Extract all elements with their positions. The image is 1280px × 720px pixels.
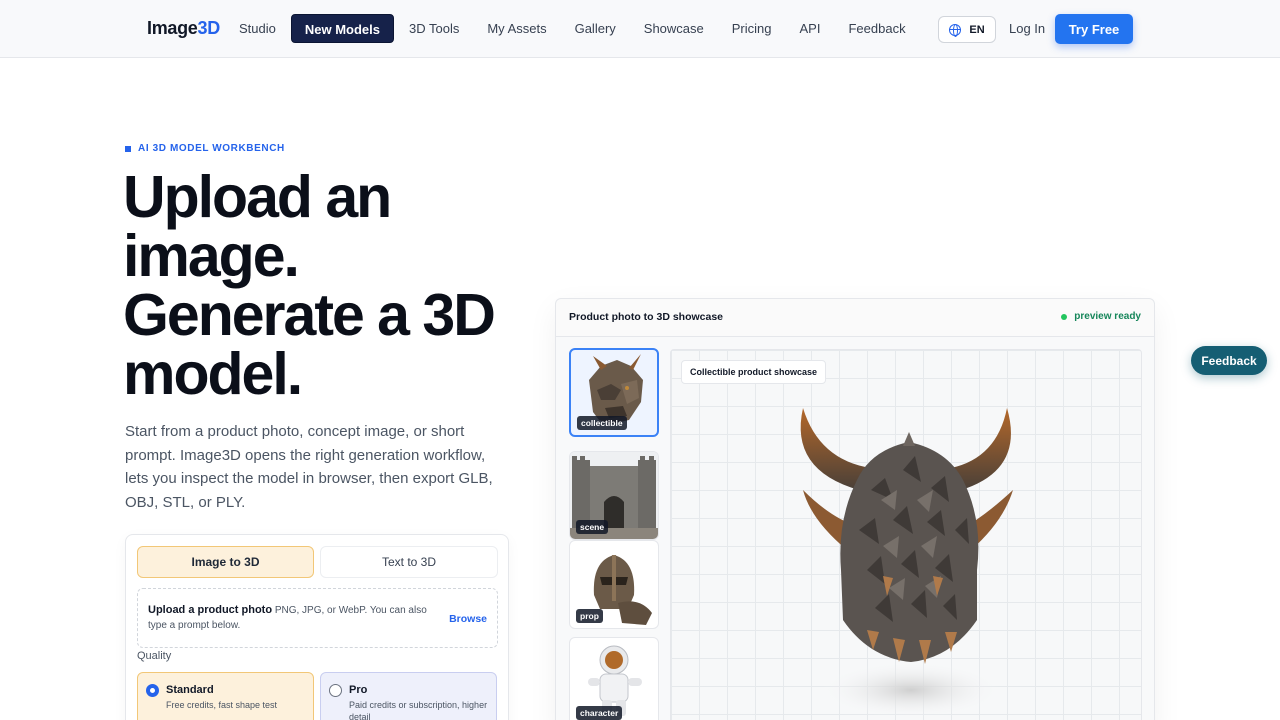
nav-3d-tools[interactable]: 3D Tools (396, 14, 472, 43)
top-header: Image3D Studio New Models 3D Tools My As… (0, 0, 1280, 58)
headline-line: model. (123, 341, 303, 407)
try-free-button[interactable]: Try Free (1055, 14, 1133, 44)
headline-line: Upload an (123, 164, 392, 230)
nav-new-models[interactable]: New Models (290, 14, 394, 43)
quality-label: Quality (137, 650, 172, 662)
nav-api[interactable]: API (787, 14, 834, 43)
nav-gallery[interactable]: Gallery (562, 14, 629, 43)
showcase-panel: Product photo to 3D showcase preview rea… (555, 298, 1155, 720)
viewer-tag: Collectible product showcase (681, 360, 827, 384)
thumbnail-prop[interactable]: prop (569, 540, 659, 629)
nav-showcase[interactable]: Showcase (631, 14, 717, 43)
thumbnail-collectible[interactable]: collectible (569, 348, 659, 437)
nav-pricing[interactable]: Pricing (719, 14, 785, 43)
headline-line: image. (123, 223, 300, 289)
eyebrow-text: AI 3D MODEL WORKBENCH (138, 143, 285, 154)
headline-line: Generate a 3D (123, 282, 496, 348)
hero-subtitle: Start from a product photo, concept imag… (125, 423, 493, 511)
thumbnail-label: scene (576, 520, 609, 534)
option-title: Standard (166, 684, 214, 696)
floating-feedback-button[interactable]: Feedback (1191, 346, 1267, 375)
status-dot-icon (1061, 313, 1068, 320)
thumbnail-scene[interactable]: scene (569, 451, 659, 540)
model-viewer[interactable]: Collectible product showcase (670, 349, 1142, 720)
globe-icon (949, 23, 962, 37)
login-link[interactable]: Log In (1009, 21, 1045, 36)
nav-studio[interactable]: Studio (226, 14, 289, 43)
option-title: Pro (349, 684, 368, 696)
upload-text: Upload a product photo PNG, JPG, or WebP… (148, 603, 438, 633)
hero-headline: Upload an image. Generate a 3D model. (123, 168, 543, 404)
quality-option-standard[interactable]: Standard Free credits, fast shape test (137, 672, 314, 720)
upload-dropzone[interactable]: Upload a product photo PNG, JPG, or WebP… (137, 588, 498, 648)
option-desc: Paid credits or subscription, higher det… (349, 700, 488, 720)
tab-text-to-3d[interactable]: Text to 3D (320, 546, 498, 578)
thumbnail-label: prop (576, 609, 603, 623)
upload-title: Upload a product photo (148, 604, 273, 616)
quality-option-pro[interactable]: Pro Paid credits or subscription, higher… (320, 672, 497, 720)
panel-header: Product photo to 3D showcase preview rea… (556, 299, 1154, 337)
dragon-model-render-icon (800, 408, 1013, 718)
status-text: preview ready (1074, 311, 1141, 322)
tab-image-to-3d[interactable]: Image to 3D (137, 546, 314, 578)
thumbnail-label: character (576, 706, 623, 720)
browse-button[interactable]: Browse (449, 613, 487, 625)
workflow-card: Image to 3D Text to 3D Upload a product … (125, 534, 509, 720)
logo-accent: 3D (197, 18, 221, 38)
panel-title: Product photo to 3D showcase (569, 311, 724, 323)
status-badge: preview ready (1061, 311, 1141, 322)
language-switcher[interactable]: EN (938, 16, 996, 43)
square-bullet-icon (125, 145, 131, 152)
thumbnail-character[interactable]: character (569, 637, 659, 720)
logo[interactable]: Image3D (147, 18, 220, 39)
logo-text: Image (147, 18, 198, 38)
nav-my-assets[interactable]: My Assets (474, 14, 559, 43)
option-desc: Free credits, fast shape test (166, 700, 278, 710)
thumbnail-label: collectible (577, 416, 627, 430)
radio-unselected-icon[interactable] (329, 684, 342, 697)
hero-eyebrow: AI 3D MODEL WORKBENCH (125, 143, 285, 154)
language-code: EN (969, 23, 985, 36)
radio-selected-icon[interactable] (146, 684, 159, 697)
main-nav: Studio New Models 3D Tools My Assets Gal… (226, 14, 919, 43)
nav-feedback[interactable]: Feedback (835, 14, 918, 43)
